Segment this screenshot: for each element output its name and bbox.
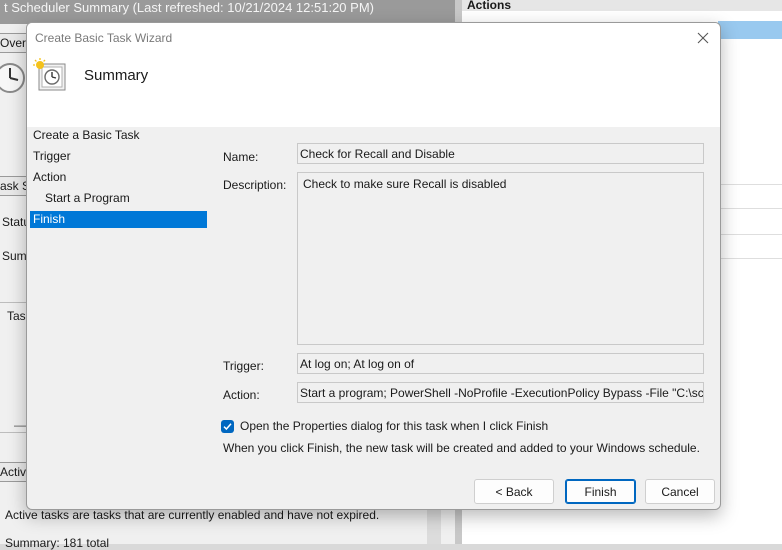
minus-glyph: — [14,418,26,432]
separator [0,432,26,433]
overview-section-header[interactable]: Overvi [0,33,29,53]
open-properties-label: Open the Properties dialog for this task… [240,419,549,433]
action-label: Action: [223,388,260,402]
dialog-title: Create Basic Task Wizard [35,31,173,45]
actions-divider [718,208,782,209]
separator [0,302,26,303]
nav-step-create-basic-task[interactable]: Create a Basic Task [33,127,140,144]
nav-step-action[interactable]: Action [33,169,66,186]
nav-step-trigger[interactable]: Trigger [33,148,71,165]
status-label: Statu [2,215,26,229]
finish-info-text: When you click Finish, the new task will… [223,441,700,455]
name-field[interactable]: Check for Recall and Disable [297,143,704,164]
nav-step-finish[interactable]: Finish [30,211,207,228]
task-scheduler-summary-header: t Scheduler Summary (Last refreshed: 10/… [0,0,459,24]
scheduled-task-clock-icon [33,58,66,91]
wizard-header: Summary [27,53,720,127]
summary-label: Sum [2,249,26,263]
back-button[interactable]: < Back [474,479,554,504]
description-label: Description: [223,178,287,192]
active-tasks-section-header[interactable]: Active [0,462,29,482]
open-properties-checkbox[interactable] [221,419,234,433]
actions-divider [718,234,782,235]
actions-divider [718,258,782,259]
clock-icon [0,63,25,93]
active-tasks-summary-count: Summary: 181 total [5,536,110,550]
actions-heading: Actions [462,0,782,11]
close-icon [697,32,709,44]
checkmark-icon [223,422,232,430]
name-label: Name: [223,150,259,164]
actions-divider [718,184,782,185]
tasks-column-label: Task [7,309,26,323]
trigger-label: Trigger: [223,359,264,373]
wizard-step-title: Summary [84,67,149,84]
description-field[interactable]: Check to make sure Recall is disabled [297,172,704,345]
actions-selected-item[interactable] [718,21,782,39]
action-field[interactable]: Start a program; PowerShell -NoProfile -… [297,382,704,403]
active-tasks-description: Active tasks are tasks that are currentl… [5,508,380,522]
cancel-button[interactable]: Cancel [645,479,715,504]
finish-button[interactable]: Finish [565,479,636,504]
task-status-section-header[interactable]: ask S [0,176,29,196]
create-basic-task-wizard-dialog: Create Basic Task Wizard Summary Create … [26,22,721,510]
dialog-titlebar[interactable]: Create Basic Task Wizard [27,23,720,53]
trigger-field[interactable]: At log on; At log on of [297,353,704,374]
close-button[interactable] [686,23,720,53]
nav-step-start-a-program[interactable]: Start a Program [45,190,130,207]
open-properties-option[interactable]: Open the Properties dialog for this task… [221,419,548,433]
